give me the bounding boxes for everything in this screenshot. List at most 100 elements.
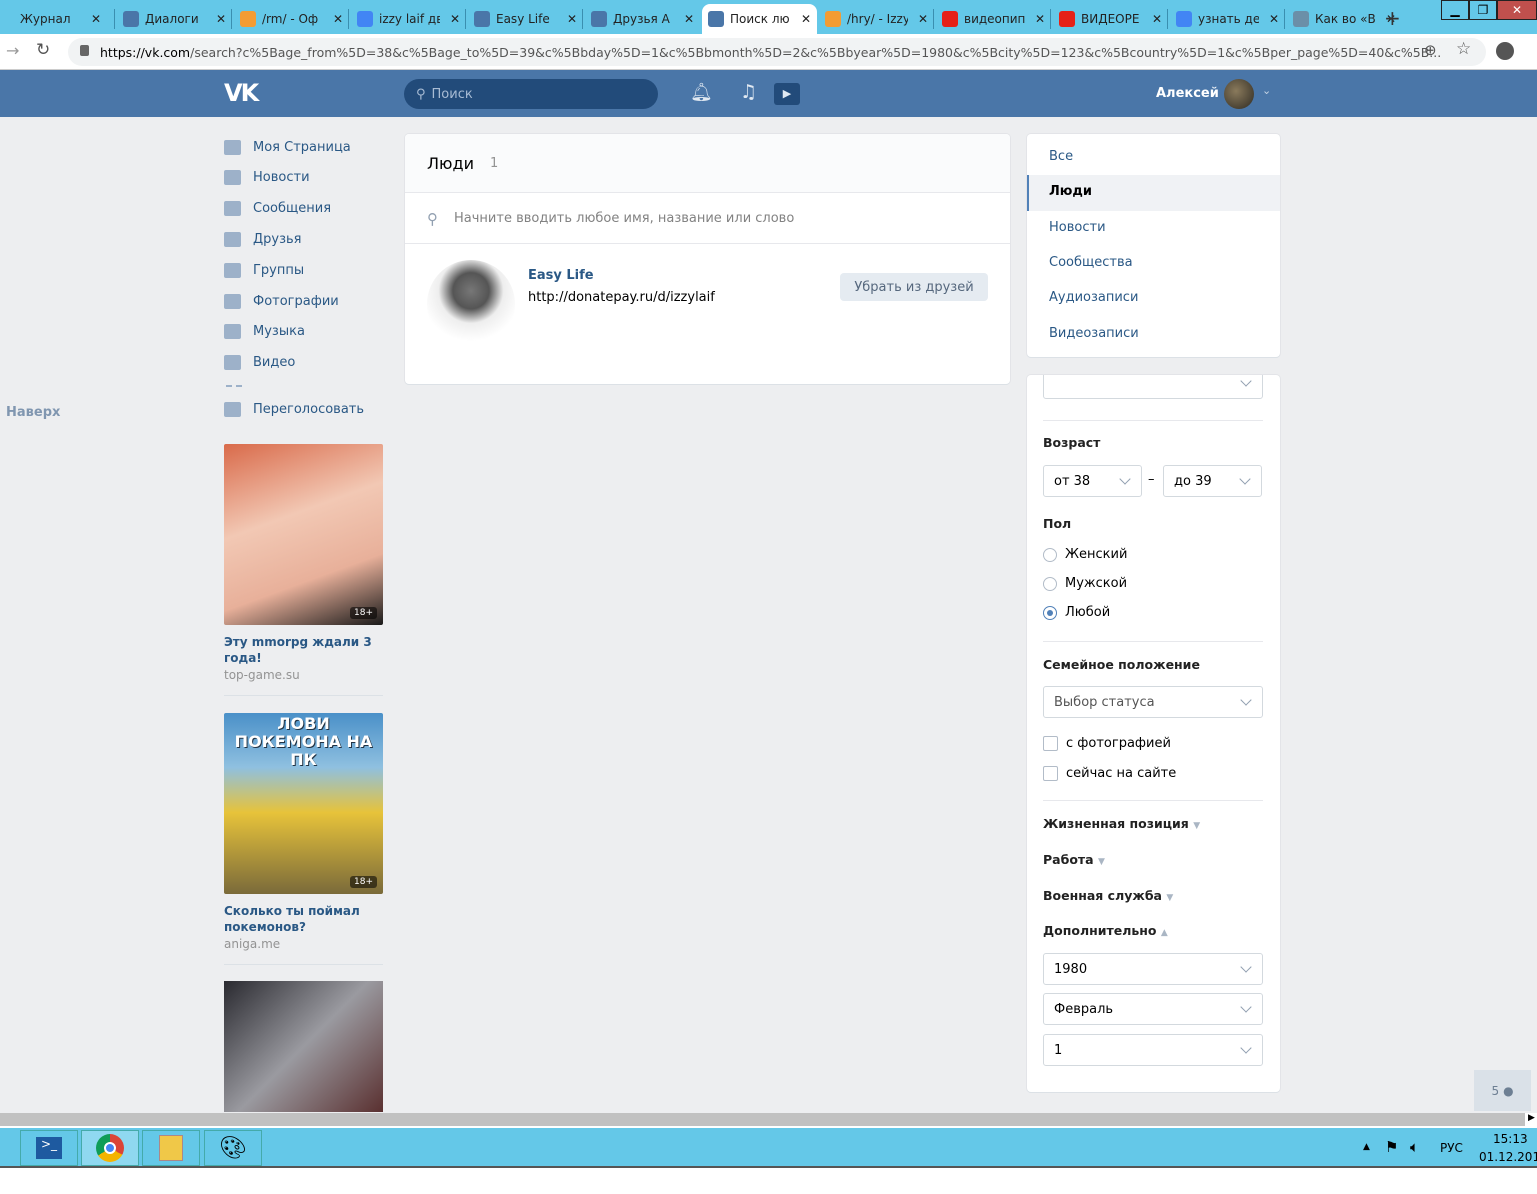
bookmark-star-icon[interactable]: ☆	[1456, 39, 1471, 59]
restore-button[interactable]: ❐	[1469, 0, 1497, 20]
search-section-item[interactable]: Люди	[1049, 184, 1092, 199]
partially-visible-select[interactable]	[1043, 375, 1263, 399]
remove-friend-button[interactable]: Убрать из друзей	[840, 273, 988, 301]
play-icon[interactable]: ▶	[774, 83, 800, 105]
search-section-item[interactable]: Сообщества	[1049, 255, 1133, 270]
tab-separator	[1284, 9, 1285, 29]
tab-title: узнать де	[1198, 12, 1259, 26]
results-title: Люди	[427, 154, 474, 173]
browser-tab[interactable]: /hry/ - Izzy ✕	[819, 4, 934, 34]
sex-radio-any[interactable]: Любой	[1043, 605, 1110, 620]
explorer-taskbar-icon[interactable]	[142, 1130, 200, 1166]
close-tab-icon[interactable]: ✕	[684, 12, 694, 26]
header-search-input[interactable]: ⚲ Поиск	[404, 79, 658, 109]
online-checkbox[interactable]: сейчас на сайте	[1043, 766, 1176, 781]
search-section-item[interactable]: Видеозаписи	[1049, 326, 1139, 341]
birth-day-select[interactable]: 1	[1043, 1034, 1263, 1066]
volume-muted-icon[interactable]: 🔈︎	[1410, 1138, 1419, 1156]
reload-icon[interactable]: ↻	[36, 40, 50, 60]
close-tab-icon[interactable]: ✕	[91, 12, 101, 26]
birth-year-select[interactable]: 1980	[1043, 953, 1263, 985]
age-from-select[interactable]: от 38	[1043, 465, 1142, 497]
search-section-item[interactable]: Аудиозаписи	[1049, 290, 1138, 305]
clock-date[interactable]: 01.12.2018	[1479, 1150, 1537, 1164]
scroll-right-arrow[interactable]: ▶	[1528, 1113, 1535, 1123]
sidebar-item[interactable]: Сообщения	[224, 201, 331, 216]
forward-icon[interactable]: →	[6, 41, 19, 60]
person-status: http://donatepay.ru/d/izzylaif	[528, 290, 715, 305]
close-tab-icon[interactable]: ✕	[333, 12, 343, 26]
minimize-button[interactable]: ▁	[1441, 0, 1469, 20]
person-name-link[interactable]: Easy Life	[528, 268, 594, 283]
birth-month-select[interactable]: Февраль	[1043, 993, 1263, 1025]
menu-icon[interactable]: ⋮	[1530, 40, 1537, 59]
music-icon[interactable]: ♫	[740, 81, 757, 103]
sex-radio-female[interactable]: Женский	[1043, 547, 1127, 562]
sidebar-item[interactable]: Друзья	[224, 232, 302, 247]
powershell-taskbar-icon[interactable]: >_	[20, 1130, 78, 1166]
vk-logo[interactable]: VK	[224, 79, 259, 107]
clock-time[interactable]: 15:13	[1493, 1132, 1528, 1146]
close-tab-icon[interactable]: ✕	[1269, 12, 1279, 26]
person-avatar[interactable]	[427, 260, 515, 348]
network-error-icon[interactable]: ⚑	[1385, 1138, 1398, 1156]
browser-tab[interactable]: Журнал ✕	[0, 4, 107, 34]
life-position-toggle[interactable]: Жизненная позиция ▼	[1043, 816, 1200, 831]
close-window-button[interactable]: ✕	[1497, 0, 1537, 20]
new-tab-button[interactable]: +	[1384, 6, 1401, 30]
close-tab-icon[interactable]: ✕	[567, 12, 577, 26]
browser-tab[interactable]: ВИДЕОРЕ ✕	[1053, 4, 1168, 34]
browser-tab[interactable]: Поиск лю ✕	[702, 4, 817, 34]
close-tab-icon[interactable]: ✕	[918, 12, 928, 26]
zoom-icon[interactable]: ⊕	[1424, 41, 1437, 59]
browser-tab[interactable]: izzy laif дв ✕	[351, 4, 466, 34]
sidebar-item[interactable]: Моя Страница	[224, 140, 351, 155]
divider	[226, 385, 242, 387]
browser-tab[interactable]: узнать де ✕	[1170, 4, 1285, 34]
ad-image[interactable]	[224, 981, 383, 1112]
back-to-top-link[interactable]: Наверх	[6, 405, 60, 420]
search-section-item[interactable]: Новости	[1049, 220, 1106, 235]
work-toggle[interactable]: Работа ▼	[1043, 852, 1105, 867]
user-avatar[interactable]	[1224, 79, 1254, 109]
language-indicator[interactable]: РУС	[1440, 1141, 1463, 1155]
sidebar-item[interactable]: Группы	[224, 263, 304, 278]
horizontal-scrollbar[interactable]	[0, 1113, 1525, 1126]
extra-toggle[interactable]: Дополнительно ▲	[1043, 923, 1168, 938]
ad-title[interactable]: Сколько ты поймал покемонов?	[224, 903, 384, 935]
sidebar-item[interactable]: Переголосовать	[224, 402, 364, 417]
with-photo-checkbox[interactable]: с фотографией	[1043, 736, 1171, 751]
user-name[interactable]: Алексей	[1156, 86, 1219, 101]
ad-image[interactable]: ЛОВИ ПОКЕМОНА НА ПК 18+	[224, 713, 383, 894]
browser-tab[interactable]: видеопип ✕	[936, 4, 1051, 34]
military-toggle[interactable]: Военная служба ▼	[1043, 888, 1173, 903]
profile-icon[interactable]	[1496, 42, 1514, 60]
bell-icon[interactable]: 🔔︎	[690, 82, 713, 103]
close-tab-icon[interactable]: ✕	[801, 12, 811, 26]
chrome-taskbar-icon[interactable]	[81, 1130, 139, 1166]
browser-tab[interactable]: Easy Life ✕	[468, 4, 583, 34]
browser-tab[interactable]: Диалоги ✕	[117, 4, 232, 34]
sex-radio-male[interactable]: Мужской	[1043, 576, 1127, 591]
people-search-input[interactable]: ⚲ Начните вводить любое имя, название ил…	[405, 194, 1010, 244]
close-tab-icon[interactable]: ✕	[216, 12, 226, 26]
tray-expand-icon[interactable]: ▲	[1363, 1142, 1370, 1152]
age-to-select[interactable]: до 39	[1163, 465, 1262, 497]
marital-status-select[interactable]: Выбор статуса	[1043, 686, 1263, 718]
close-tab-icon[interactable]: ✕	[1035, 12, 1045, 26]
close-tab-icon[interactable]: ✕	[1152, 12, 1162, 26]
ad-title[interactable]: Эту mmorpg ждали 3 года!	[224, 634, 384, 666]
browser-tab[interactable]: /rm/ - Оф ✕	[234, 4, 349, 34]
ad-image[interactable]: 18+	[224, 444, 383, 625]
url-input[interactable]: https://vk.com/search?c%5Bage_from%5D=38…	[68, 38, 1486, 66]
close-tab-icon[interactable]: ✕	[450, 12, 460, 26]
sidebar-item[interactable]: Музыка	[224, 324, 305, 339]
paint-taskbar-icon[interactable]: 🎨︎	[204, 1130, 262, 1166]
browser-tab[interactable]: Друзья А ✕	[585, 4, 700, 34]
sidebar-item[interactable]: Фотографии	[224, 294, 339, 309]
sidebar-item[interactable]: Видео	[224, 355, 295, 370]
sidebar-item[interactable]: Новости	[224, 170, 310, 185]
chat-online-button[interactable]: 5 ●	[1474, 1070, 1531, 1111]
search-section-item[interactable]: Все	[1049, 149, 1073, 164]
chevron-down-icon[interactable]: ⌄	[1262, 84, 1271, 97]
